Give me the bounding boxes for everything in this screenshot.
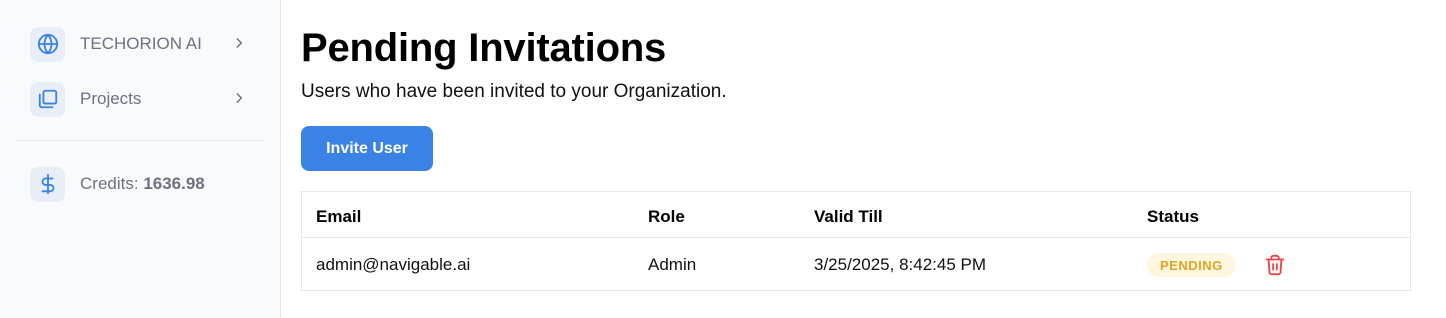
page-subtitle: Users who have been invited to your Orga… bbox=[301, 81, 727, 102]
chevron-right-icon bbox=[232, 36, 246, 55]
status-badge: PENDING bbox=[1147, 253, 1236, 277]
chevron-right-icon bbox=[232, 91, 246, 110]
sidebar-item-label: TECHORION AI bbox=[80, 34, 202, 53]
column-header-status: Status bbox=[1147, 207, 1199, 226]
delete-icon[interactable] bbox=[1264, 254, 1286, 276]
globe-icon bbox=[30, 26, 65, 62]
column-header-valid-till: Valid Till bbox=[814, 207, 883, 226]
sidebar-item-organization[interactable]: TECHORION AI bbox=[30, 26, 250, 62]
sidebar-divider bbox=[15, 140, 265, 141]
sidebar-item-label: Projects bbox=[80, 89, 142, 108]
invite-valid-till: 3/25/2025, 8:42:45 PM bbox=[814, 255, 987, 274]
sidebar: TECHORION AI Projects Credits: 1636.98 bbox=[0, 0, 281, 318]
credits-label: Credits: bbox=[80, 174, 139, 193]
credits-value: 1636.98 bbox=[143, 174, 205, 193]
invite-email: admin@navigable.ai bbox=[316, 255, 471, 274]
invite-user-button[interactable]: Invite User bbox=[301, 126, 433, 171]
sidebar-item-projects[interactable]: Projects bbox=[30, 81, 250, 117]
dollar-icon bbox=[30, 166, 65, 202]
table-row: admin@navigable.ai Admin 3/25/2025, 8:42… bbox=[302, 238, 1410, 291]
folders-icon bbox=[30, 81, 65, 117]
main-content: Pending Invitations Users who have been … bbox=[301, 0, 1446, 318]
table-header: Email Role Valid Till Status bbox=[302, 192, 1410, 238]
invite-role: Admin bbox=[648, 255, 697, 274]
credits-display: Credits: 1636.98 bbox=[30, 166, 250, 202]
invitations-table: Email Role Valid Till Status admin@navig… bbox=[301, 191, 1411, 291]
column-header-email: Email bbox=[316, 207, 362, 226]
credits-text: Credits: 1636.98 bbox=[80, 174, 205, 194]
page-title: Pending Invitations bbox=[301, 26, 667, 70]
column-header-role: Role bbox=[648, 207, 685, 226]
